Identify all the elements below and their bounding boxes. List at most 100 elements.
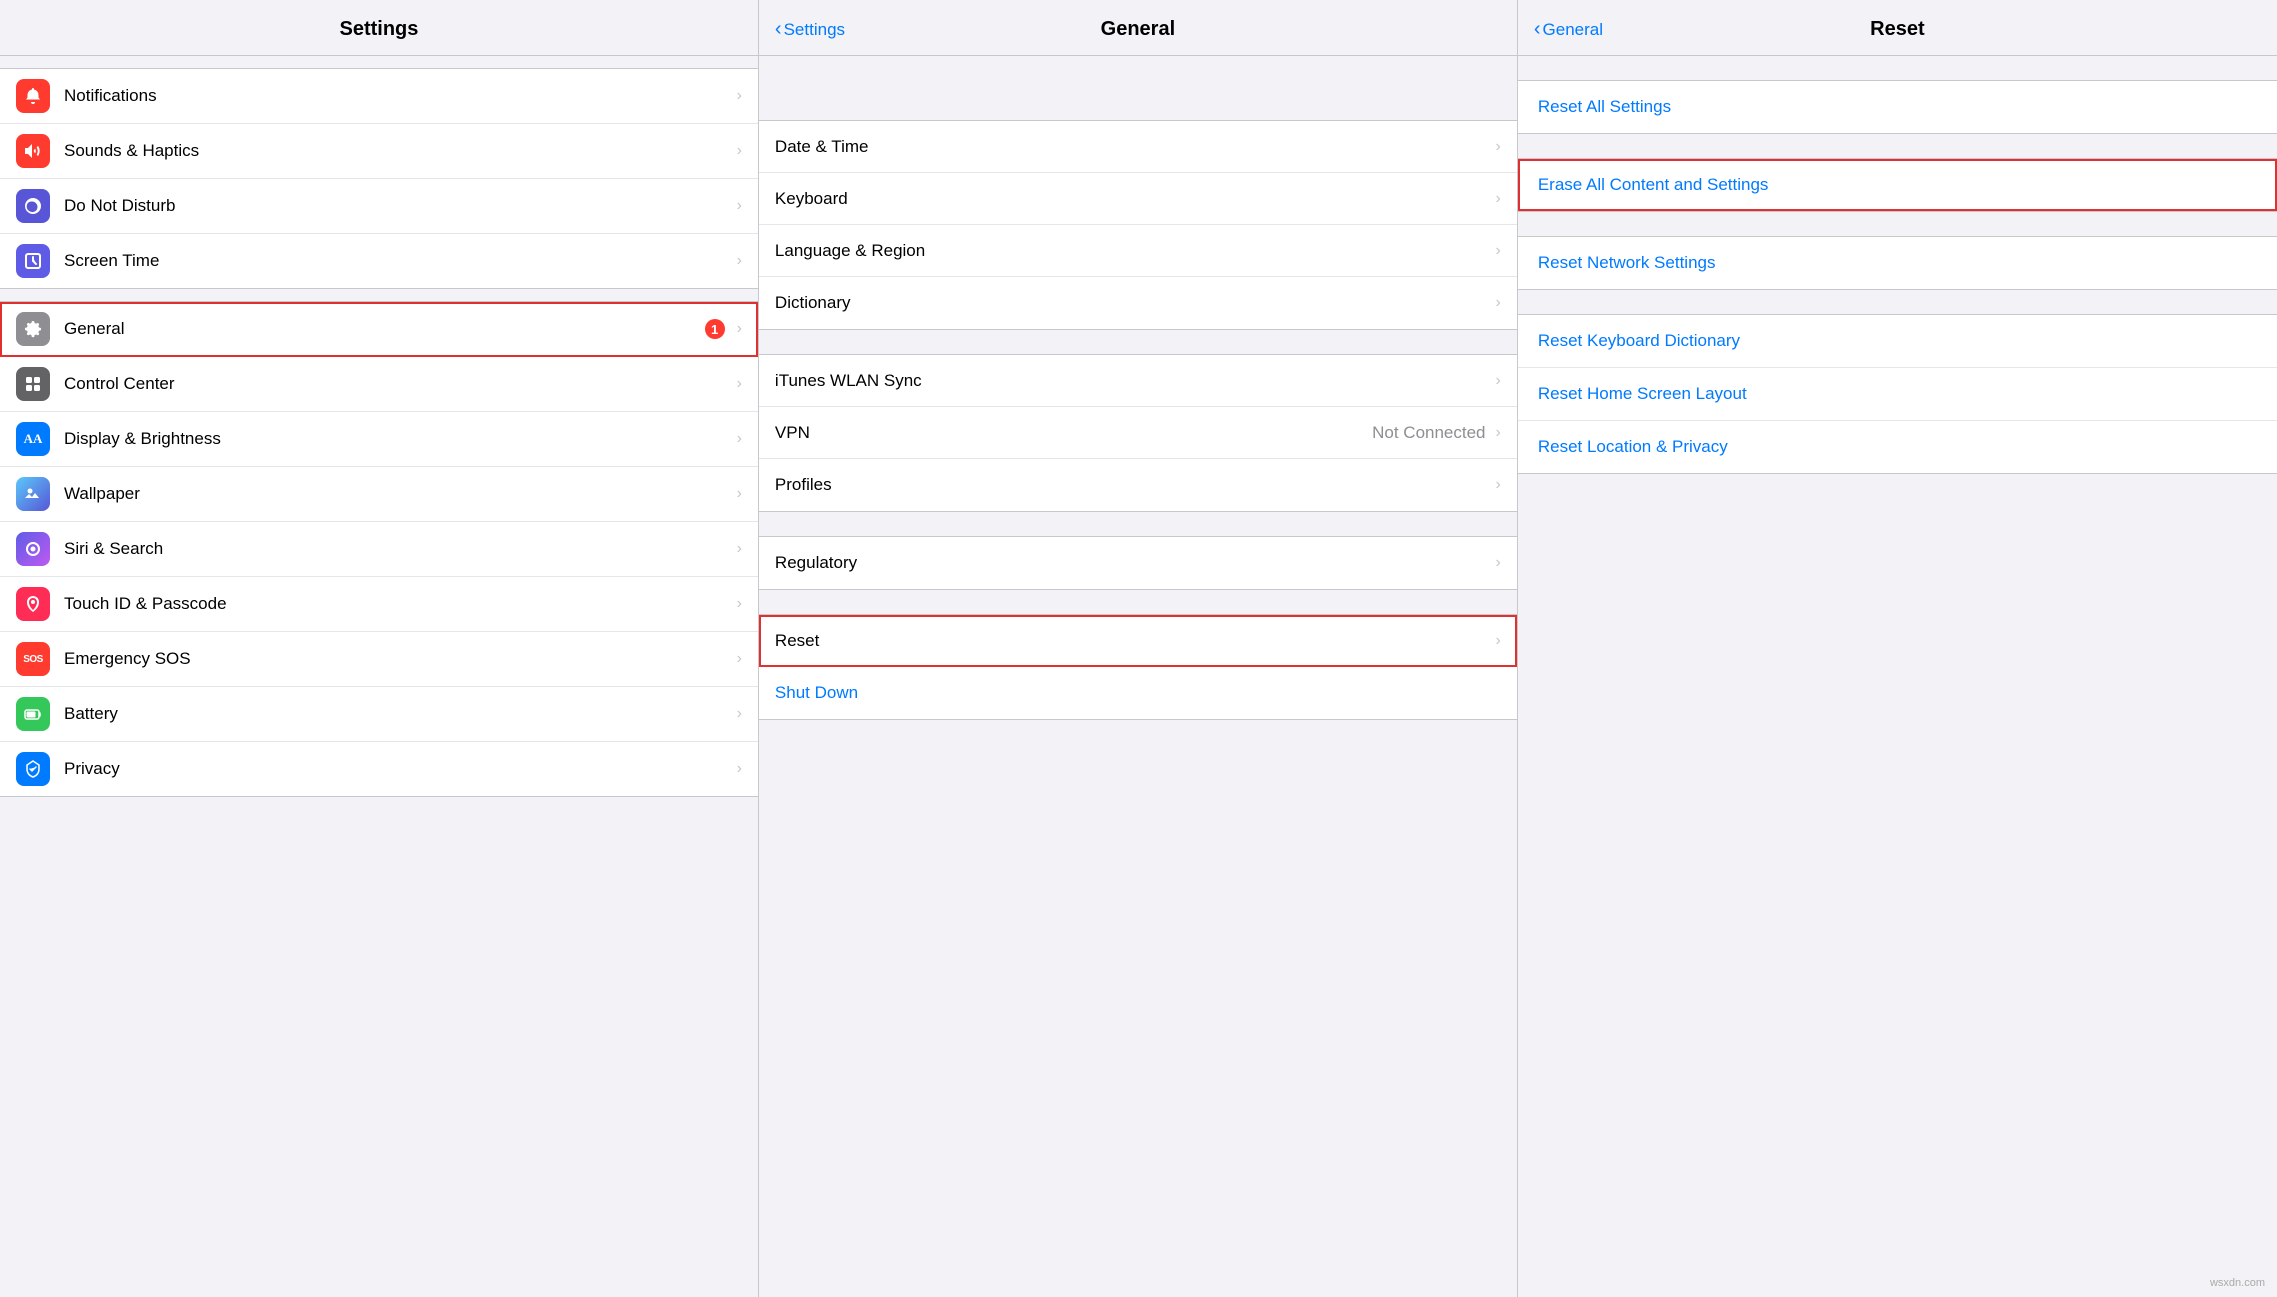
- sirisearch-label: Siri & Search: [64, 539, 733, 559]
- reset-group-3: Reset Network Settings: [1518, 236, 2277, 290]
- emergencysos-icon: SOS: [16, 642, 50, 676]
- donotdisturb-icon: [16, 189, 50, 223]
- general-item-regulatory[interactable]: Regulatory ›: [759, 537, 1517, 589]
- regulatory-chevron: ›: [1496, 554, 1501, 572]
- touchid-icon: [16, 587, 50, 621]
- privacy-icon: [16, 752, 50, 786]
- battery-chevron: ›: [737, 705, 742, 723]
- controlcenter-chevron: ›: [737, 375, 742, 393]
- general-item-datetime[interactable]: Date & Time ›: [759, 121, 1517, 173]
- resethomescreen-label: Reset Home Screen Layout: [1538, 384, 1747, 404]
- settings-header: Settings: [0, 0, 758, 56]
- profiles-label: Profiles: [775, 475, 1492, 495]
- reset-back-label: General: [1543, 20, 1603, 40]
- general-top-spacer: [759, 56, 1517, 68]
- sirisearch-chevron: ›: [737, 540, 742, 558]
- reset-spacer-3: [1518, 290, 2277, 302]
- controlcenter-label: Control Center: [64, 374, 733, 394]
- screentime-chevron: ›: [737, 252, 742, 270]
- reset-label: Reset: [775, 631, 1492, 651]
- privacy-label: Privacy: [64, 759, 733, 779]
- resetkeyboard-label: Reset Keyboard Dictionary: [1538, 331, 1740, 351]
- settings-item-privacy[interactable]: Privacy ›: [0, 742, 758, 796]
- settings-item-notifications[interactable]: Notifications ›: [0, 69, 758, 124]
- general-spacer-3: [759, 590, 1517, 602]
- settings-group-1: Notifications › Sounds & Haptics › Do No…: [0, 68, 758, 289]
- screentime-label: Screen Time: [64, 251, 733, 271]
- settings-item-screentime[interactable]: Screen Time ›: [0, 234, 758, 288]
- general-back-label: Settings: [784, 20, 845, 40]
- notifications-label: Notifications: [64, 86, 733, 106]
- language-chevron: ›: [1496, 242, 1501, 260]
- reset-item-keyboard[interactable]: Reset Keyboard Dictionary: [1518, 315, 2277, 368]
- general-group-3: Regulatory ›: [759, 536, 1517, 590]
- reset-item-network[interactable]: Reset Network Settings: [1518, 237, 2277, 289]
- profiles-chevron: ›: [1496, 476, 1501, 494]
- keyboard-label: Keyboard: [775, 189, 1492, 209]
- reset-title: Reset: [1870, 18, 1924, 41]
- settings-item-controlcenter[interactable]: Control Center ›: [0, 357, 758, 412]
- general-item-ituneswlan[interactable]: iTunes WLAN Sync ›: [759, 355, 1517, 407]
- reset-group-4: Reset Keyboard Dictionary Reset Home Scr…: [1518, 314, 2277, 474]
- donotdisturb-label: Do Not Disturb: [64, 196, 733, 216]
- sounds-icon: [16, 134, 50, 168]
- sounds-chevron: ›: [737, 142, 742, 160]
- dictionary-label: Dictionary: [775, 293, 1492, 313]
- general-header: ‹ Settings General: [759, 0, 1517, 56]
- settings-item-wallpaper[interactable]: Wallpaper ›: [0, 467, 758, 522]
- general-item-shutdown[interactable]: Shut Down: [759, 667, 1517, 719]
- settings-group-2: General 1 › Control Center › AA Display …: [0, 301, 758, 797]
- reset-top-spacer: [1518, 56, 2277, 68]
- reset-item-homescreen[interactable]: Reset Home Screen Layout: [1518, 368, 2277, 421]
- reset-group-2: Erase All Content and Settings: [1518, 158, 2277, 212]
- general-group-4: Reset › Shut Down: [759, 614, 1517, 720]
- notifications-chevron: ›: [737, 87, 742, 105]
- settings-item-touchid[interactable]: Touch ID & Passcode ›: [0, 577, 758, 632]
- reset-column: ‹ General Reset Reset All Settings Erase…: [1518, 0, 2277, 1297]
- settings-item-general[interactable]: General 1 ›: [0, 302, 758, 357]
- reset-spacer-1: [1518, 134, 2277, 146]
- general-group-1: Date & Time › Keyboard › Language & Regi…: [759, 120, 1517, 330]
- reset-item-location[interactable]: Reset Location & Privacy: [1518, 421, 2277, 473]
- general-item-reset[interactable]: Reset ›: [759, 615, 1517, 667]
- reset-chevron: ›: [1496, 632, 1501, 650]
- shutdown-label: Shut Down: [775, 683, 1501, 703]
- general-chevron: ›: [737, 320, 742, 338]
- vpn-value: Not Connected: [1372, 423, 1485, 443]
- wallpaper-label: Wallpaper: [64, 484, 733, 504]
- reset-item-allsettings[interactable]: Reset All Settings: [1518, 81, 2277, 133]
- reset-item-eraseall[interactable]: Erase All Content and Settings: [1518, 159, 2277, 211]
- reset-spacer-2: [1518, 212, 2277, 224]
- screentime-icon: [16, 244, 50, 278]
- general-item-dictionary[interactable]: Dictionary ›: [759, 277, 1517, 329]
- emergencysos-chevron: ›: [737, 650, 742, 668]
- settings-item-battery[interactable]: Battery ›: [0, 687, 758, 742]
- general-item-language[interactable]: Language & Region ›: [759, 225, 1517, 277]
- general-item-profiles[interactable]: Profiles ›: [759, 459, 1517, 511]
- settings-item-emergencysos[interactable]: SOS Emergency SOS ›: [0, 632, 758, 687]
- general-item-vpn[interactable]: VPN Not Connected ›: [759, 407, 1517, 459]
- sirisearch-icon: [16, 532, 50, 566]
- settings-item-sirisearch[interactable]: Siri & Search ›: [0, 522, 758, 577]
- general-label: General: [64, 319, 705, 339]
- general-spacer-1: [759, 330, 1517, 342]
- notifications-icon: [16, 79, 50, 113]
- resetnetwork-label: Reset Network Settings: [1538, 253, 1716, 273]
- settings-item-displaybrightness[interactable]: AA Display & Brightness ›: [0, 412, 758, 467]
- touchid-chevron: ›: [737, 595, 742, 613]
- wallpaper-icon: [16, 477, 50, 511]
- touchid-label: Touch ID & Passcode: [64, 594, 733, 614]
- vpn-chevron: ›: [1496, 424, 1501, 442]
- general-back-button[interactable]: ‹ Settings: [775, 18, 845, 41]
- settings-item-sounds[interactable]: Sounds & Haptics ›: [0, 124, 758, 179]
- language-label: Language & Region: [775, 241, 1492, 261]
- general-scroll-indicator: [759, 68, 1517, 108]
- eraseall-label: Erase All Content and Settings: [1538, 175, 1769, 195]
- general-item-keyboard[interactable]: Keyboard ›: [759, 173, 1517, 225]
- displaybrightness-icon: AA: [16, 422, 50, 456]
- privacy-chevron: ›: [737, 760, 742, 778]
- settings-item-donotdisturb[interactable]: Do Not Disturb ›: [0, 179, 758, 234]
- general-title: General: [1101, 18, 1175, 41]
- general-badge: 1: [705, 319, 725, 339]
- reset-back-button[interactable]: ‹ General: [1534, 18, 1603, 41]
